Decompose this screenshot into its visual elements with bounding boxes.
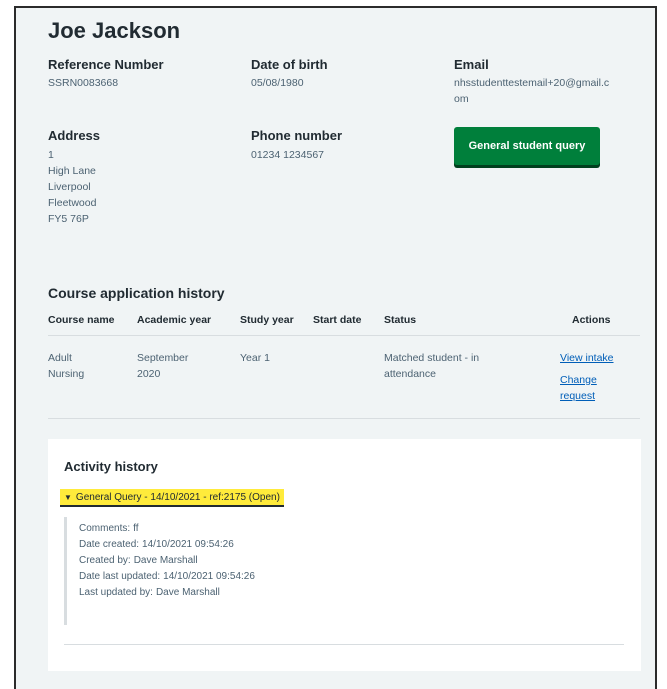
general-student-query-button[interactable]: General student query [454, 127, 600, 165]
activity-history-card: Activity history ▼ General Query - 14/10… [48, 439, 641, 671]
activity-detail-row: Date last updated: 14/10/2021 09:54:26 [79, 569, 255, 585]
email-label: Email [454, 57, 489, 72]
detail-label: Date created: [79, 539, 140, 550]
change-request-link[interactable]: Change request [560, 372, 600, 404]
caret-down-icon: ▼ [64, 492, 72, 502]
course-history-title: Course application history [48, 285, 225, 301]
address-line: Liverpool [48, 181, 91, 193]
column-header-academic-year: Academic year [137, 314, 212, 326]
detail-value: Dave Marshall [155, 587, 220, 598]
detail-label: Date last updated: [79, 571, 161, 582]
detail-value: 14/10/2021 09:54:26 [163, 571, 255, 582]
address-line: High Lane [48, 165, 96, 177]
email-value-line: om [454, 93, 469, 105]
activity-history-title: Activity history [64, 459, 158, 474]
cell-study-year: Year 1 [240, 352, 270, 364]
student-record-panel: Joe Jackson Reference Number SSRN0083668… [14, 6, 657, 689]
activity-summary-text: General Query - 14/10/2021 - ref:2175 (O… [75, 491, 280, 503]
dob-label: Date of birth [251, 57, 328, 72]
email-value: nhsstudenttestemail+20@gmail.c om [454, 75, 609, 107]
activity-details: Comments: ff Date created: 14/10/2021 09… [64, 517, 255, 625]
detail-label: Comments: [79, 523, 131, 534]
address-line: 1 [48, 149, 54, 161]
address-value: 1 High Lane Liverpool Fleetwood FY5 76P [48, 147, 96, 227]
column-header-actions: Actions [572, 314, 611, 326]
reference-label: Reference Number [48, 57, 164, 72]
column-header-course-name: Course name [48, 314, 115, 326]
column-header-study-year: Study year [240, 314, 294, 326]
address-label: Address [48, 128, 101, 143]
activity-detail-row: Comments: ff [79, 521, 255, 537]
phone-value: 01234 1234567 [251, 149, 324, 161]
detail-label: Last updated by: [79, 587, 153, 598]
cell-status: Matched student - in attendance [384, 352, 480, 380]
reference-value: SSRN0083668 [48, 77, 119, 89]
column-header-status: Status [384, 314, 417, 326]
activity-detail-row: Date created: 14/10/2021 09:54:26 [79, 537, 255, 553]
detail-value: 14/10/2021 09:54:26 [142, 539, 234, 550]
cell-academic-year: September 2020 [137, 352, 189, 380]
dob-value: 05/08/1980 [251, 77, 304, 89]
address-line: FY5 76P [48, 213, 89, 225]
detail-value: Dave Marshall [133, 555, 198, 566]
address-line: Fleetwood [48, 197, 97, 209]
email-value-line: nhsstudenttestemail+20@gmail.c [454, 77, 610, 89]
detail-label: Created by: [79, 555, 131, 566]
student-name: Joe Jackson [48, 18, 181, 43]
activity-divider [64, 644, 624, 645]
view-intake-link[interactable]: View intake [560, 350, 614, 366]
activity-summary-toggle[interactable]: ▼ General Query - 14/10/2021 - ref:2175 … [60, 489, 284, 507]
table-header-divider [48, 335, 640, 336]
phone-label: Phone number [251, 128, 343, 143]
activity-detail-row: Created by: Dave Marshall [79, 553, 255, 569]
column-header-start-date: Start date [313, 314, 362, 326]
activity-detail-row: Last updated by: Dave Marshall [79, 585, 255, 601]
cell-course-name: Adult Nursing [48, 352, 85, 380]
table-row-divider [48, 418, 640, 419]
detail-value: ff [133, 523, 139, 534]
